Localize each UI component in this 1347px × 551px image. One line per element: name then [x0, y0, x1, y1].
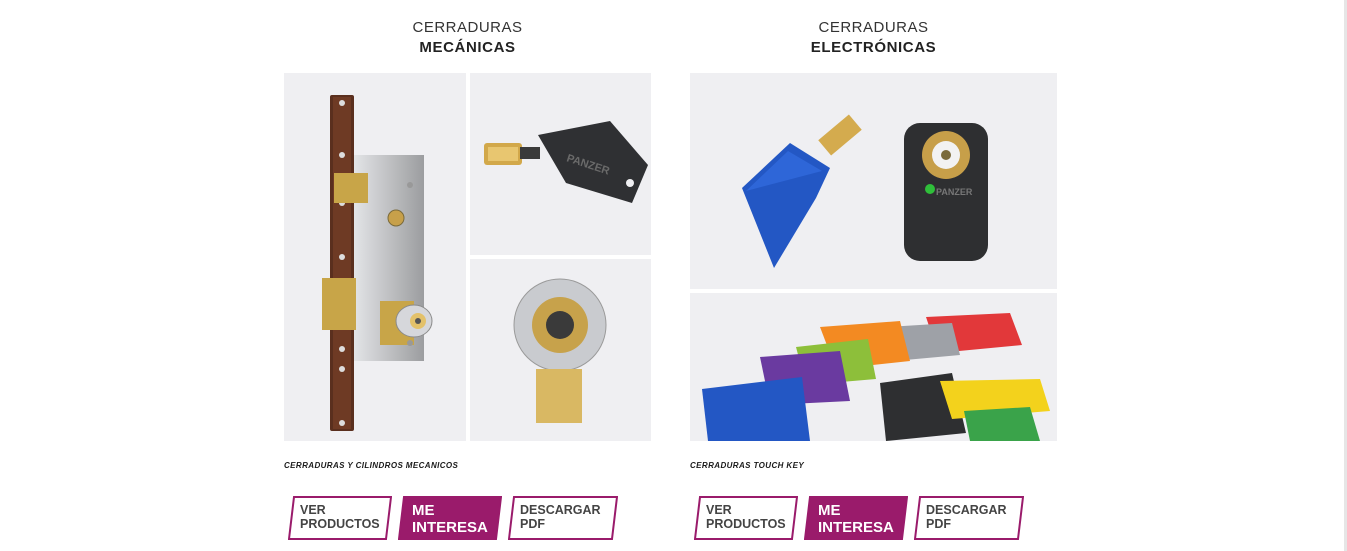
heading-light: CERRADURAS: [818, 19, 929, 36]
card-heading: CERRADURAS ELECTRÓNICAS: [690, 18, 1057, 58]
button-group: VER PRODUCTOS ME INTERESA DESCARGAR PDF: [288, 496, 628, 540]
black-panzer-key-photo: PANZER: [470, 73, 651, 255]
descargar-pdf-label: DESCARGAR PDF: [926, 503, 1007, 531]
heading-bold: ELECTRÓNICAS: [810, 39, 937, 56]
ver-productos-button[interactable]: VER PRODUCTOS: [288, 496, 392, 540]
product-gallery: PANZER: [284, 73, 651, 441]
product-card-mechanical: CERRADURAS MECÁNICAS PANZER CERRADURAS Y…: [284, 0, 651, 540]
card-heading: CERRADURAS MECÁNICAS: [284, 18, 651, 58]
descargar-pdf-button[interactable]: DESCARGAR PDF: [914, 496, 1024, 540]
me-interesa-label: ME INTERESA: [412, 502, 488, 536]
descargar-pdf-button[interactable]: DESCARGAR PDF: [508, 496, 618, 540]
me-interesa-button[interactable]: ME INTERESA: [398, 496, 502, 540]
me-interesa-button[interactable]: ME INTERESA: [804, 496, 908, 540]
ver-productos-label: VER PRODUCTOS: [706, 503, 786, 531]
heading-light: CERRADURAS: [412, 19, 523, 36]
me-interesa-label: ME INTERESA: [818, 502, 894, 536]
descargar-pdf-label: DESCARGAR PDF: [520, 503, 601, 531]
product-caption: CERRADURAS TOUCH KEY: [690, 461, 805, 470]
blue-key-and-reader-photo: PANZER: [690, 73, 1057, 289]
colored-keys-photo: [690, 293, 1057, 441]
product-gallery: PANZER: [690, 73, 1057, 441]
ver-productos-label: VER PRODUCTOS: [300, 503, 380, 531]
product-caption: CERRADURAS Y CILINDROS MECANICOS: [284, 461, 459, 470]
svg-text:PANZER: PANZER: [936, 187, 973, 197]
lock-cylinder-photo: [470, 259, 651, 441]
product-card-electronic: CERRADURAS ELECTRÓNICAS PANZER CERRADURA…: [690, 0, 1057, 540]
ver-productos-button[interactable]: VER PRODUCTOS: [694, 496, 798, 540]
button-group: VER PRODUCTOS ME INTERESA DESCARGAR PDF: [694, 496, 1034, 540]
heading-bold: MECÁNICAS: [419, 39, 516, 56]
mortise-lock-photo: [284, 73, 466, 441]
